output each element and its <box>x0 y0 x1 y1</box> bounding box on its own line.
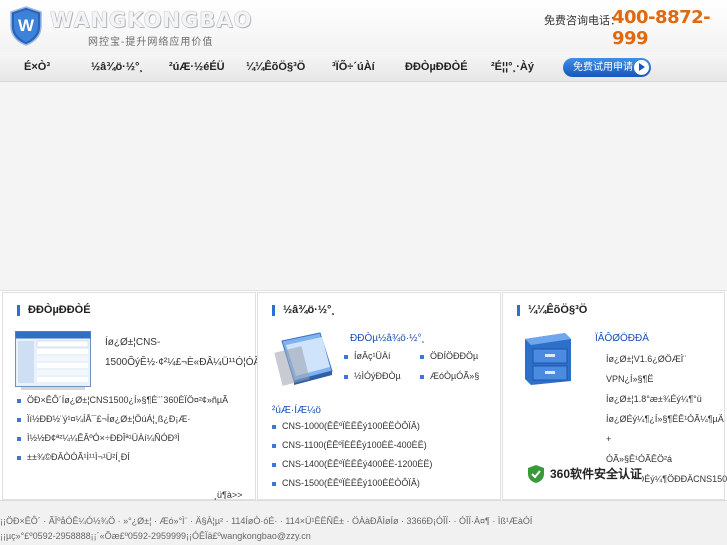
industry-panel: ÐÐÒµÐÐÒÉ Íø¿Ø±¦CNS-1500ÕýÊ½·¢²¼£¬È«ÐÂ¼Ü¹… <box>2 292 468 500</box>
hotline-label: 免费咨询电话： <box>544 15 621 27</box>
free-trial-label: 免费试用申请 <box>573 62 633 73</box>
solution-book-icon <box>274 332 333 386</box>
nav-item-industry[interactable]: ÐÐÒµÐÐÒÉ <box>405 61 468 73</box>
shield-check-icon <box>528 465 544 483</box>
nav-item-cases[interactable]: ²É¦¦°¸·Àý <box>491 61 534 73</box>
logo-wordmark[interactable]: WANGKONGBAO <box>50 8 252 32</box>
hotline-number: 400-8872-999 <box>612 7 711 49</box>
list-item[interactable]: CNS-1100(ÊÊºÏÈËÊý100ÈË-400ÈË) <box>272 436 498 455</box>
arrow-right-icon <box>634 60 649 75</box>
more-link[interactable]: ¸ü¶à>> <box>214 490 242 500</box>
list-item[interactable]: CNS-1500(ÊÊºÏÈËÊý100ÈËÒÔÏÂ) <box>272 474 498 493</box>
list-item[interactable]: CNS-1400(ÊÊºÏÈËÊý400ÈË-1200ÈË) <box>272 455 498 474</box>
nav-item-home[interactable]: É×Ò³ <box>24 61 50 73</box>
solution-category[interactable]: ÆóÒµÓÃ»§ <box>420 371 479 381</box>
support-panel-title: ¼¼ÊõÖ§³Ö <box>517 305 587 316</box>
list-item[interactable]: Ì½½Ð¢ª²¼¼ÊÂºÓ×÷ÐÐÎª¹ÜÀí¼ÑÓÐ³Ì <box>17 429 253 448</box>
logo-tagline: 网控宝-提升网络应用价值 <box>88 37 214 48</box>
list-item[interactable]: ±±¾©ÐÂÒÓÃ¹Ì¹¹Ì¬¹Ü²Í¸ÐÍ <box>17 448 253 467</box>
list-item[interactable]: ÖÐ×ÊÔ´Íø¿Ø±¦CNS1500¿Í»§¶È¨´360ÈÏÖ¤²¢»ñµÃ <box>17 391 253 410</box>
nav-item-support[interactable]: ¼¼ÊõÖ§³Ö <box>246 61 305 73</box>
list-item: + <box>606 434 612 444</box>
solution-category[interactable]: ½ÌÓýÐÐÒµ <box>344 371 401 381</box>
logo-shield-icon[interactable]: W <box>9 6 43 46</box>
solutions-panel-title: ½â¾ö·½°¸ <box>272 305 335 316</box>
svg-text:W: W <box>18 16 35 35</box>
list-item[interactable]: CNS-1000(ÊÊºÏÈËÊý100ÈËÒÔÏÂ) <box>272 417 498 436</box>
software-screenshot-icon[interactable] <box>15 331 91 391</box>
list-item[interactable]: Íø¿Ø±¦1.8°æ±¾Éý¼¶°ü <box>606 389 727 409</box>
list-item[interactable]: Íø¿Ø±¦V1.6¿ØÖÆÌ¨ <box>606 349 727 369</box>
banner-area <box>0 82 727 290</box>
nav-item-products[interactable]: ²úÆ·½éÉÜ <box>169 61 225 73</box>
list-item[interactable]: VPN¿Í»§¶Ë <box>606 369 727 389</box>
nav-item-partners[interactable]: ³ÏÕ÷´úÀí <box>332 61 375 73</box>
industry-intro-text[interactable]: Íø¿Ø±¦CNS-1500ÕýÊ½·¢²¼£¬È«ÐÂ¼Ü¹¹Ó¦ÓÃ×¨Òµ… <box>105 333 468 373</box>
security-cert-badge[interactable]: 360软件安全认证 <box>524 463 643 485</box>
solutions-panel: ½â¾ö·½°¸ ÐÐÒµ½â¾ö·½°¸ ÍøÂç¹ÜÀí ÖÐÍÖÐÐÖµ … <box>257 292 501 500</box>
header: W WANGKONGBAO 网控宝-提升网络应用价值 免费咨询电话： 400-8… <box>0 0 727 52</box>
nav-item-solutions[interactable]: ½â¾ö·½°¸ <box>91 61 143 73</box>
list-item[interactable]: Íø¿ØÉý¼¶¿Í»§¶ËÊ¹ÓÃ¼¶µÄ <box>606 409 727 429</box>
page: W WANGKONGBAO 网控宝-提升网络应用价值 免费咨询电话： 400-8… <box>0 0 727 545</box>
footer: ¡¡ÖÐ×ÊÔ´ · ÃÏºåÓÊ¼Ó½¾Ö · »°¿Ø±¦ · Æó»°Ì¨… <box>0 500 727 545</box>
list-item[interactable]: Ïí½ÐÐ½¨ý¹¤¼ÍÅ¯£¬Íø¿Ø±¦ÖúÁ¦¸ß¿Ð¡Æ· <box>17 410 253 429</box>
solution-category[interactable]: ÖÐÍÖÐÐÖµ <box>420 351 478 361</box>
product-model-list: CNS-1000(ÊÊºÏÈËÊý100ÈËÒÔÏÂ) CNS-1100(ÊÊº… <box>272 417 498 493</box>
security-cert-label: 360软件安全认证 <box>550 467 643 481</box>
industry-panel-title: ÐÐÒµÐÐÒÉ <box>17 305 91 316</box>
free-trial-button[interactable]: 免费试用申请 <box>563 58 651 77</box>
footer-links[interactable]: ¡¡ÖÐ×ÊÔ´ · ÃÏºåÓÊ¼Ó½¾Ö · »°¿Ø±¦ · Æó»°Ì¨… <box>0 516 532 526</box>
download-center-title[interactable]: ÏÂÔØÖÐÐÄ <box>595 333 649 344</box>
footer-contact: ¡¡µç»°£º0592-2958888¡¡´«Õæ£º0592-2959999… <box>0 531 311 541</box>
solutions-subtitle[interactable]: ÐÐÒµ½â¾ö·½°¸ <box>350 333 425 344</box>
download-cabinet-icon <box>525 333 571 385</box>
industry-news-list: ÖÐ×ÊÔ´Íø¿Ø±¦CNS1500¿Í»§¶È¨´360ÈÏÖ¤²¢»ñµÃ… <box>17 391 253 467</box>
solution-category[interactable]: ÍøÂç¹ÜÀí <box>344 351 391 361</box>
recommended-products-label: ²úÆ·ÍÆ¼ö <box>272 405 321 416</box>
